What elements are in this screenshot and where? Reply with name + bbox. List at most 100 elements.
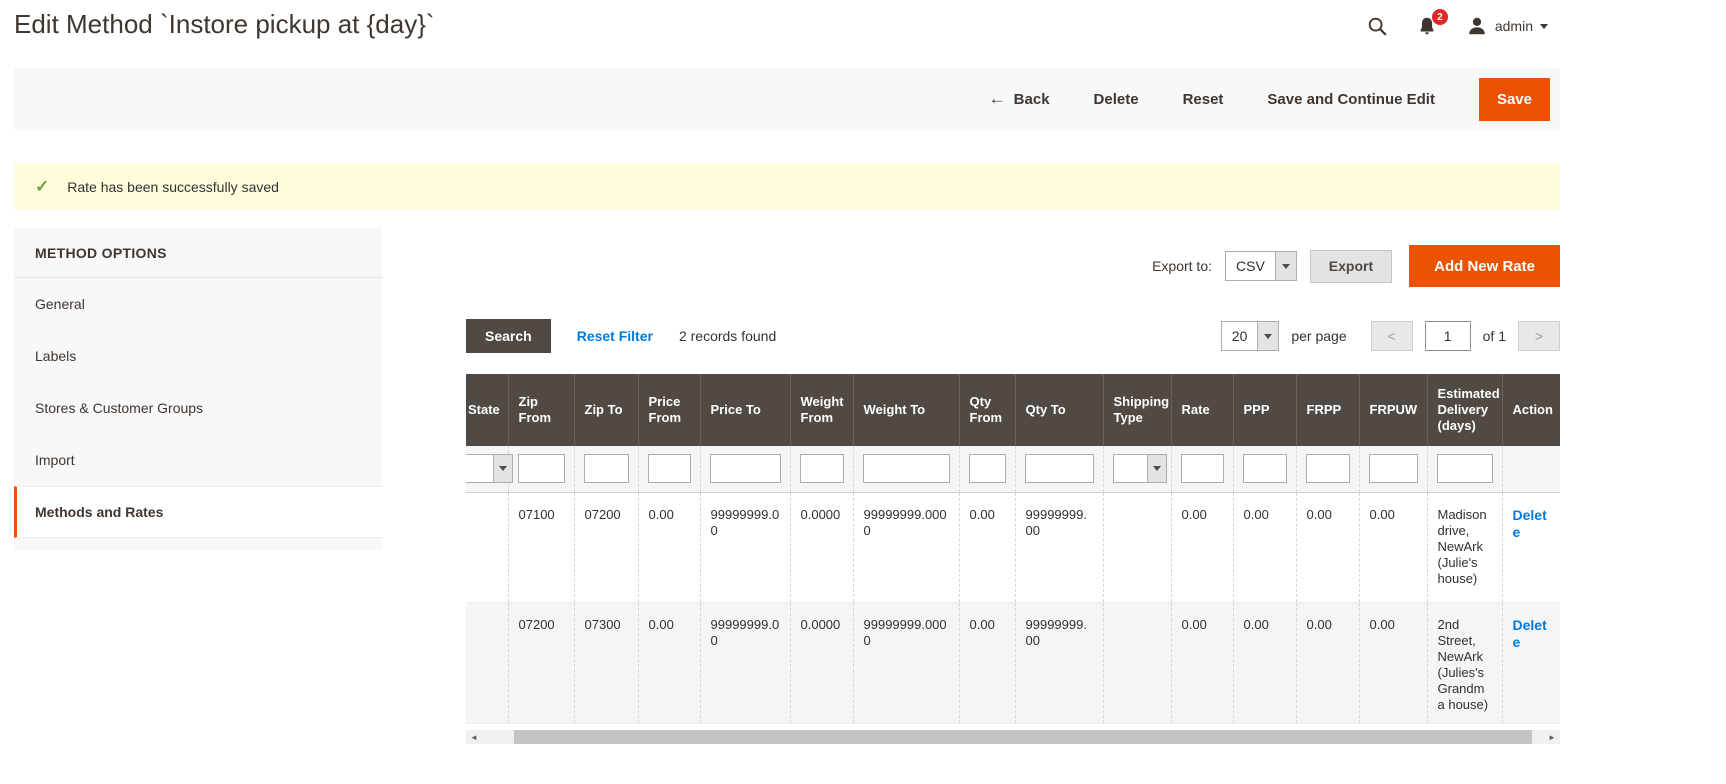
column-header-weight-to[interactable]: Weight To xyxy=(853,374,959,446)
column-header-weight-from[interactable]: Weight From xyxy=(790,374,853,446)
filter-zip-from-input[interactable] xyxy=(518,454,565,483)
filter-price-to-input[interactable] xyxy=(710,454,781,483)
delete-row-link[interactable]: Delete xyxy=(1513,507,1547,540)
cell-price-to: 99999999.00 xyxy=(700,492,790,602)
column-header-qty-from[interactable]: Qty From xyxy=(959,374,1015,446)
cell-zip-to: 07300 xyxy=(574,602,638,724)
scrollbar-track[interactable] xyxy=(482,730,1544,744)
main-content: METHOD OPTIONS General Labels Stores & C… xyxy=(14,228,1560,744)
filter-qty-from-input[interactable] xyxy=(969,454,1006,483)
table-header-row: State Zip From Zip To Price From Price T… xyxy=(466,374,1560,446)
success-message-text: Rate has been successfully saved xyxy=(67,179,279,195)
column-header-rate[interactable]: Rate xyxy=(1171,374,1233,446)
cell-price-to: 99999999.00 xyxy=(700,602,790,724)
page-actions-toolbar: ← Back Delete Reset Save and Continue Ed… xyxy=(14,68,1560,130)
export-to-label: Export to: xyxy=(1152,258,1212,274)
filter-estimated-delivery-input[interactable] xyxy=(1437,454,1493,483)
column-header-ppp[interactable]: PPP xyxy=(1233,374,1296,446)
notifications-icon[interactable]: 2 xyxy=(1416,15,1438,37)
column-header-zip-from[interactable]: Zip From xyxy=(508,374,574,446)
filter-rate-input[interactable] xyxy=(1181,454,1224,483)
export-format-select[interactable]: CSV xyxy=(1225,251,1297,281)
scroll-left-icon[interactable]: ◄ xyxy=(466,730,482,744)
admin-username: admin xyxy=(1495,18,1533,34)
cell-weight-from: 0.0000 xyxy=(790,602,853,724)
column-header-action[interactable]: Action xyxy=(1502,374,1560,446)
reset-filter-link[interactable]: Reset Filter xyxy=(577,328,653,344)
page-number-input[interactable] xyxy=(1425,321,1471,351)
reset-button[interactable]: Reset xyxy=(1183,91,1224,108)
back-label: Back xyxy=(1014,91,1050,108)
sidebar-item-stores-customer-groups[interactable]: Stores & Customer Groups xyxy=(14,382,382,434)
back-button[interactable]: ← Back xyxy=(989,89,1050,109)
back-arrow-icon: ← xyxy=(989,89,1006,109)
save-button[interactable]: Save xyxy=(1479,78,1550,121)
filter-ppp-input[interactable] xyxy=(1243,454,1287,483)
delete-row-link[interactable]: Delete xyxy=(1513,617,1547,650)
cell-frpuw: 0.00 xyxy=(1359,492,1427,602)
column-header-estimated-delivery[interactable]: Estimated Delivery (days) xyxy=(1427,374,1502,446)
filter-frpuw-input[interactable] xyxy=(1369,454,1418,483)
per-page-select[interactable]: 20 xyxy=(1221,321,1280,351)
next-page-button[interactable]: > xyxy=(1518,321,1560,351)
scroll-right-icon[interactable]: ► xyxy=(1544,730,1560,744)
filter-shipping-type-select[interactable] xyxy=(1113,454,1167,483)
sidebar-item-methods-and-rates[interactable]: Methods and Rates xyxy=(14,486,382,538)
previous-page-button[interactable]: < xyxy=(1371,321,1413,351)
column-header-shipping-type[interactable]: Shipping Type xyxy=(1103,374,1171,446)
cell-rate: 0.00 xyxy=(1171,602,1233,724)
chevron-down-icon xyxy=(1275,252,1296,280)
sidebar-item-labels[interactable]: Labels xyxy=(14,330,382,382)
filter-weight-to-input[interactable] xyxy=(863,454,950,483)
header-actions: 2 admin xyxy=(1366,9,1560,37)
cell-state xyxy=(466,602,508,724)
page-header: Edit Method `Instore pickup at {day}` 2 xyxy=(14,0,1560,68)
records-found-text: 2 records found xyxy=(679,328,776,344)
filter-zip-to-input[interactable] xyxy=(584,454,629,483)
add-new-rate-button[interactable]: Add New Rate xyxy=(1409,245,1560,287)
column-header-state[interactable]: State xyxy=(466,374,508,446)
search-button[interactable]: Search xyxy=(466,319,551,353)
total-pages-label: of 1 xyxy=(1483,328,1506,344)
cell-shipping-type xyxy=(1103,492,1171,602)
cell-qty-to: 99999999.00 xyxy=(1015,492,1103,602)
filter-weight-from-input[interactable] xyxy=(800,454,844,483)
cell-ppp: 0.00 xyxy=(1233,602,1296,724)
column-header-frpp[interactable]: FRPP xyxy=(1296,374,1359,446)
cell-frpuw: 0.00 xyxy=(1359,602,1427,724)
cell-zip-to: 07200 xyxy=(574,492,638,602)
cell-weight-to: 99999999.0000 xyxy=(853,602,959,724)
cell-price-from: 0.00 xyxy=(638,602,700,724)
horizontal-scrollbar[interactable]: ◄ ► xyxy=(466,730,1560,744)
export-button[interactable]: Export xyxy=(1310,250,1392,283)
sidebar-item-label: Stores & Customer Groups xyxy=(35,400,203,416)
export-row: Export to: CSV Export Add New Rate xyxy=(466,245,1560,287)
cell-qty-from: 0.00 xyxy=(959,602,1015,724)
chevron-down-icon xyxy=(1540,24,1548,29)
table-filter-row xyxy=(466,446,1560,492)
filter-qty-to-input[interactable] xyxy=(1025,454,1094,483)
filter-frpp-input[interactable] xyxy=(1306,454,1350,483)
cell-price-from: 0.00 xyxy=(638,492,700,602)
search-icon[interactable] xyxy=(1366,15,1388,37)
cell-zip-from: 07100 xyxy=(508,492,574,602)
cell-ppp: 0.00 xyxy=(1233,492,1296,602)
admin-account-menu[interactable]: admin xyxy=(1466,15,1548,37)
scrollbar-thumb[interactable] xyxy=(514,730,1532,744)
filter-price-from-input[interactable] xyxy=(648,454,691,483)
column-header-price-to[interactable]: Price To xyxy=(700,374,790,446)
cell-frpp: 0.00 xyxy=(1296,602,1359,724)
filter-action-cell xyxy=(1502,446,1560,492)
column-header-zip-to[interactable]: Zip To xyxy=(574,374,638,446)
save-and-continue-button[interactable]: Save and Continue Edit xyxy=(1267,91,1435,108)
delete-button[interactable]: Delete xyxy=(1094,91,1139,108)
chevron-down-icon xyxy=(1257,322,1278,350)
sidebar-item-general[interactable]: General xyxy=(14,278,382,330)
pagination-controls: 20 per page < of 1 > xyxy=(1221,321,1560,351)
filter-state-select[interactable] xyxy=(466,454,513,483)
sidebar-item-import[interactable]: Import xyxy=(14,434,382,486)
user-icon xyxy=(1466,15,1488,37)
column-header-qty-to[interactable]: Qty To xyxy=(1015,374,1103,446)
column-header-price-from[interactable]: Price From xyxy=(638,374,700,446)
column-header-frpuw[interactable]: FRPUW xyxy=(1359,374,1427,446)
